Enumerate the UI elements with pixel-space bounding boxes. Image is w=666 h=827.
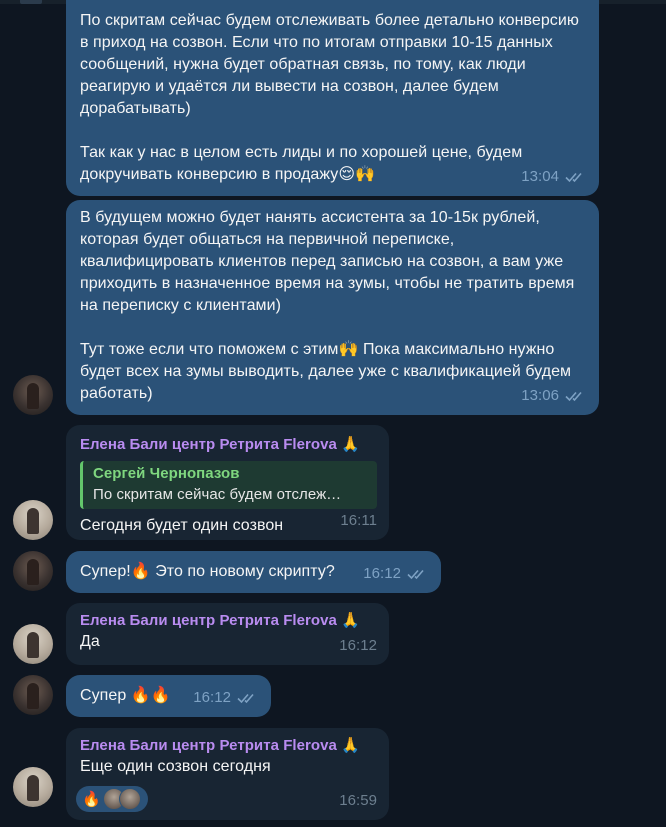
avatar[interactable]	[13, 375, 53, 415]
message-time: 16:11	[340, 512, 377, 529]
message-meta: 13:04	[521, 166, 587, 188]
sender-name-text: Елена Бали центр Ретрита Flerova	[80, 737, 337, 754]
double-check-icon	[237, 693, 254, 704]
message-bubble-incoming[interactable]: Елена Бали центр Ретрита Flerova 🙏 Да 16…	[66, 603, 389, 665]
message-meta: 16:12	[363, 563, 429, 585]
double-check-icon	[407, 569, 424, 580]
pray-emoji: 🙏	[341, 612, 360, 629]
avatar[interactable]	[13, 767, 53, 807]
message-time: 13:04	[521, 168, 559, 185]
double-check-icon	[565, 391, 582, 402]
message-text: По скритам сейчас будем отслеживать боле…	[80, 12, 579, 183]
sender-name[interactable]: Елена Бали центр Ретрита Flerova 🙏	[80, 435, 377, 455]
avatar-figure	[27, 683, 39, 709]
message-bubble-incoming[interactable]: Елена Бали центр Ретрита Flerova 🙏 Серге…	[66, 425, 389, 540]
message-meta: 16:12	[193, 687, 259, 709]
fire-emoji: 🔥	[130, 563, 151, 580]
avatar-figure	[27, 775, 39, 801]
reply-text: По скритам сейчас будем отслеж…	[93, 486, 342, 503]
avatar-figure	[27, 383, 39, 409]
message-meta: 13:06	[521, 385, 587, 407]
message-text: Сегодня будет один созвон	[80, 517, 284, 534]
avatar-figure	[27, 559, 39, 585]
message-bubble-outgoing[interactable]: Супер!🔥 Это по новому скрипту? 16:12	[66, 551, 441, 593]
message-bubble-outgoing[interactable]: Супер 🔥🔥 16:12	[66, 675, 271, 717]
message-emoji: 😌🙌	[338, 166, 376, 183]
avatar[interactable]	[13, 624, 53, 664]
message-text: Супер!	[80, 563, 131, 580]
avatar-figure	[27, 508, 39, 534]
pray-emoji: 🙏	[341, 737, 360, 754]
reaction-chip[interactable]: 🔥	[76, 786, 148, 812]
sender-name-text: Елена Бали центр Ретрита Flerova	[80, 612, 337, 629]
message-text: Да	[80, 633, 100, 650]
avatar-figure	[27, 632, 39, 658]
reaction-avatar	[118, 788, 141, 810]
message-text: Супер	[80, 687, 127, 704]
reply-preview[interactable]: Сергей Чернопазов По скритам сейчас буде…	[80, 461, 377, 509]
message-text: В будущем можно будет нанять ассистента …	[80, 209, 575, 358]
message-time: 16:12	[363, 565, 401, 582]
message-text: Еще один созвон сегодня	[80, 758, 271, 775]
pray-emoji: 🙏	[341, 436, 360, 453]
message-meta: 16:59	[339, 790, 377, 812]
top-chip	[20, 0, 42, 4]
message-time: 16:12	[193, 689, 231, 706]
sender-name[interactable]: Елена Бали центр Ретрита Flerova 🙏	[80, 736, 377, 756]
message-meta: 16:12	[339, 635, 377, 657]
fire-emoji: 🔥	[82, 791, 101, 808]
double-check-icon	[565, 172, 582, 183]
message-meta: 16:11	[340, 510, 377, 532]
avatar[interactable]	[13, 500, 53, 540]
message-bubble-outgoing[interactable]: В будущем можно будет нанять ассистента …	[66, 200, 599, 415]
message-emoji: 🙌	[338, 341, 359, 358]
message-time: 16:59	[339, 792, 377, 809]
message-text-continued: Это по новому скрипту?	[150, 563, 335, 580]
fire-emoji: 🔥🔥	[130, 687, 171, 704]
message-time: 13:06	[521, 387, 559, 404]
avatar[interactable]	[13, 675, 53, 715]
sender-name-text: Елена Бали центр Ретрита Flerova	[80, 436, 337, 453]
message-time: 16:12	[339, 637, 377, 654]
reply-author: Сергей Чернопазов	[93, 465, 240, 482]
message-bubble-outgoing[interactable]: По скритам сейчас будем отслеживать боле…	[66, 0, 599, 196]
sender-name[interactable]: Елена Бали центр Ретрита Flerova 🙏	[80, 611, 377, 631]
avatar[interactable]	[13, 551, 53, 591]
